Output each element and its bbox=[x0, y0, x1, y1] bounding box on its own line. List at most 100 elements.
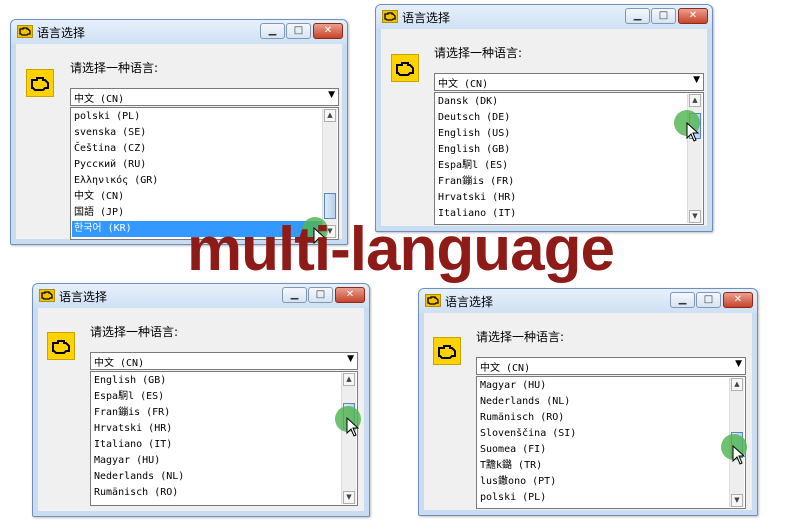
window-title: 语言选择 bbox=[402, 11, 451, 25]
window-title: 语言选择 bbox=[37, 26, 86, 40]
minimize-button[interactable]: ▁ bbox=[670, 292, 695, 308]
close-icon: ✕ bbox=[345, 289, 355, 300]
vertical-scrollbar[interactable]: ▲ ▼ bbox=[341, 373, 356, 504]
list-item[interactable]: Hrvatski (HR) bbox=[436, 190, 687, 206]
engine-check-icon bbox=[47, 332, 75, 360]
combobox-value: 中文 (CN) bbox=[74, 94, 125, 105]
scroll-up-arrow-icon[interactable]: ▲ bbox=[731, 378, 743, 391]
minimize-icon: ▁ bbox=[678, 294, 687, 305]
list-item[interactable]: Čeština (CZ) bbox=[72, 141, 322, 157]
maximize-button[interactable]: □ bbox=[286, 23, 311, 39]
scroll-up-arrow-icon[interactable]: ▲ bbox=[689, 94, 701, 107]
list-item[interactable]: Magyar (HU) bbox=[92, 453, 341, 469]
list-item[interactable]: polski (PL) bbox=[478, 490, 729, 506]
list-item[interactable]: English (US) bbox=[436, 126, 687, 142]
list-item[interactable]: Fran鏰is (FR) bbox=[436, 174, 687, 190]
list-item[interactable]: Magyar (HU) bbox=[478, 378, 729, 394]
list-item[interactable]: Rumänisch (RO) bbox=[478, 410, 729, 426]
minimize-icon: ▁ bbox=[268, 25, 277, 36]
title-bar[interactable]: 语言选择 ▁ □ ✕ bbox=[33, 284, 369, 308]
language-combobox[interactable]: 中文 (CN) ▼ bbox=[90, 352, 358, 370]
maximize-icon: □ bbox=[293, 25, 304, 36]
title-bar[interactable]: 语言选择 ▁ □ ✕ bbox=[376, 5, 712, 29]
mouse-pointer-icon bbox=[346, 417, 359, 437]
minimize-icon: ▁ bbox=[290, 289, 299, 300]
engine-check-icon bbox=[391, 54, 419, 82]
list-item[interactable]: lus鏾ono (PT) bbox=[478, 474, 729, 490]
chevron-down-icon[interactable]: ▼ bbox=[693, 75, 700, 85]
multi-language-banner: multi-language bbox=[187, 215, 615, 284]
dialog-body: 请选择一种语言: 中文 (CN) ▼ Dansk (DK) Deutsch (D… bbox=[381, 29, 707, 226]
list-item[interactable]: Italiano (IT) bbox=[92, 437, 341, 453]
chevron-down-icon[interactable]: ▼ bbox=[735, 359, 742, 369]
list-item[interactable]: Nederlands (NL) bbox=[92, 469, 341, 485]
list-item[interactable]: Deutsch (DE) bbox=[436, 110, 687, 126]
list-item[interactable]: Espa駉l (ES) bbox=[92, 389, 341, 405]
language-dialog-4: 语言选择 ▁ □ ✕ 请选择一种语言: 中文 (CN) ▼ Magyar (HU… bbox=[418, 288, 758, 516]
minimize-button[interactable]: ▁ bbox=[625, 8, 650, 24]
maximize-button[interactable]: □ bbox=[696, 292, 721, 308]
combobox-value: 中文 (CN) bbox=[480, 363, 531, 374]
dialog-body: 请选择一种语言: 中文 (CN) ▼ Magyar (HU) Nederland… bbox=[424, 313, 752, 510]
list-item[interactable]: Suomea (FI) bbox=[478, 442, 729, 458]
list-item[interactable]: 中文 (CN) bbox=[72, 189, 322, 205]
window-title: 语言选择 bbox=[445, 295, 494, 309]
maximize-icon: □ bbox=[315, 289, 326, 300]
list-item[interactable]: T黵k鏴 (TR) bbox=[478, 458, 729, 474]
maximize-button[interactable]: □ bbox=[651, 8, 676, 24]
list-item[interactable]: Русский (RU) bbox=[72, 157, 322, 173]
scroll-up-arrow-icon[interactable]: ▲ bbox=[324, 109, 336, 122]
language-prompt: 请选择一种语言: bbox=[70, 61, 159, 75]
title-bar[interactable]: 语言选择 ▁ □ ✕ bbox=[419, 289, 757, 313]
close-icon: ✕ bbox=[688, 10, 698, 21]
language-prompt: 请选择一种语言: bbox=[90, 325, 179, 339]
list-item[interactable]: Fran鏰is (FR) bbox=[92, 405, 341, 421]
list-item[interactable]: Slovenščina (SI) bbox=[478, 426, 729, 442]
language-combobox[interactable]: 中文 (CN) ▼ bbox=[70, 88, 339, 106]
chevron-down-icon[interactable]: ▼ bbox=[347, 354, 354, 364]
close-button[interactable]: ✕ bbox=[313, 23, 343, 39]
close-button[interactable]: ✕ bbox=[723, 292, 753, 308]
language-dialog-2: 语言选择 ▁ □ ✕ 请选择一种语言: 中文 (CN) ▼ Dansk (DK)… bbox=[375, 4, 713, 232]
close-button[interactable]: ✕ bbox=[335, 287, 365, 303]
language-prompt: 请选择一种语言: bbox=[434, 46, 523, 60]
language-list: Magyar (HU) Nederlands (NL) Rumänisch (R… bbox=[476, 376, 746, 509]
list-item[interactable]: Hrvatski (HR) bbox=[92, 421, 341, 437]
language-dialog-3: 语言选择 ▁ □ ✕ 请选择一种语言: 中文 (CN) ▼ English (G… bbox=[32, 283, 370, 517]
engine-check-icon bbox=[39, 289, 55, 302]
title-bar[interactable]: 语言选择 ▁ □ ✕ bbox=[11, 20, 347, 44]
chevron-down-icon[interactable]: ▼ bbox=[328, 90, 335, 100]
engine-check-icon bbox=[17, 25, 33, 38]
combobox-value: 中文 (CN) bbox=[438, 79, 489, 90]
list-item[interactable]: polski (PL) bbox=[72, 109, 322, 125]
mouse-pointer-icon bbox=[732, 445, 745, 465]
scroll-down-arrow-icon[interactable]: ▼ bbox=[343, 491, 355, 504]
list-item[interactable]: Nederlands (NL) bbox=[478, 394, 729, 410]
list-item[interactable]: English (GB) bbox=[436, 142, 687, 158]
scroll-down-arrow-icon[interactable]: ▼ bbox=[731, 494, 743, 507]
scroll-up-arrow-icon[interactable]: ▲ bbox=[343, 373, 355, 386]
engine-check-icon bbox=[26, 69, 54, 97]
close-button[interactable]: ✕ bbox=[678, 8, 708, 24]
list-item[interactable]: Dansk (DK) bbox=[436, 94, 687, 110]
minimize-button[interactable]: ▁ bbox=[282, 287, 307, 303]
dialog-body: 请选择一种语言: 中文 (CN) ▼ English (GB) Espa駉l (… bbox=[38, 308, 364, 511]
engine-check-icon bbox=[382, 10, 398, 23]
engine-check-icon bbox=[433, 337, 461, 365]
language-combobox[interactable]: 中文 (CN) ▼ bbox=[434, 73, 704, 91]
list-item[interactable]: Ελληνικός (GR) bbox=[72, 173, 322, 189]
window-title: 语言选择 bbox=[59, 290, 108, 304]
language-list: Dansk (DK) Deutsch (DE) English (US) Eng… bbox=[434, 92, 704, 225]
combobox-value: 中文 (CN) bbox=[94, 358, 145, 369]
list-item[interactable]: svenska (SE) bbox=[72, 125, 322, 141]
minimize-button[interactable]: ▁ bbox=[260, 23, 285, 39]
list-item[interactable]: Rumänisch (RO) bbox=[92, 485, 341, 501]
list-item[interactable]: Espa駉l (ES) bbox=[436, 158, 687, 174]
list-item[interactable]: English (GB) bbox=[92, 373, 341, 389]
language-combobox[interactable]: 中文 (CN) ▼ bbox=[476, 357, 746, 375]
mouse-pointer-icon bbox=[686, 122, 699, 142]
maximize-button[interactable]: □ bbox=[308, 287, 333, 303]
close-icon: ✕ bbox=[323, 25, 333, 36]
language-list: English (GB) Espa駉l (ES) Fran鏰is (FR) Hr… bbox=[90, 371, 358, 506]
engine-check-icon bbox=[425, 294, 441, 307]
